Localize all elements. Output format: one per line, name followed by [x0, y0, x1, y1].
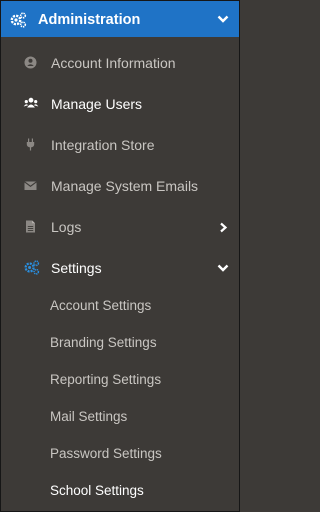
submenu-item-account-settings[interactable]: Account Settings [1, 289, 239, 323]
submenu-item-mail-settings[interactable]: Mail Settings [1, 400, 239, 434]
menu-item-label: Settings [51, 260, 102, 276]
submenu-item-label: Password Settings [50, 446, 162, 461]
chevron-right-icon[interactable] [219, 222, 228, 233]
menu-item-logs[interactable]: Logs [1, 208, 239, 246]
menu-item-settings[interactable]: Settings [1, 249, 239, 287]
section-header-administration[interactable]: Administration [1, 1, 239, 37]
menu-item-label: Account Information [51, 55, 176, 71]
admin-sidebar: Administration Account Information Manag… [0, 0, 240, 512]
menu-item-manage-users[interactable]: Manage Users [1, 85, 239, 123]
menu-item-label: Manage Users [51, 96, 143, 112]
envelope-icon [24, 181, 37, 190]
users-icon [23, 97, 39, 108]
submenu-item-reporting-settings[interactable]: Reporting Settings [1, 363, 239, 397]
file-icon [26, 220, 35, 233]
menu-item-label: Logs [51, 219, 82, 235]
section-header-title: Administration [38, 12, 141, 28]
menu-item-integration-store[interactable]: Integration Store [1, 126, 239, 164]
submenu-item-label: Mail Settings [50, 409, 128, 424]
submenu-item-label: Account Settings [50, 298, 152, 313]
menu-item-account-information[interactable]: Account Information [1, 44, 239, 82]
submenu-item-label: Reporting Settings [50, 372, 162, 387]
chevron-down-icon[interactable] [217, 263, 229, 273]
menu-item-manage-system-emails[interactable]: Manage System Emails [1, 167, 239, 205]
menu-item-label: Manage System Emails [51, 178, 199, 194]
user-circle-icon [24, 56, 37, 69]
submenu-item-branding-settings[interactable]: Branding Settings [1, 326, 239, 360]
submenu-item-school-settings[interactable]: School Settings [1, 474, 239, 508]
submenu-item-password-settings[interactable]: Password Settings [1, 437, 239, 471]
cogs-icon [24, 260, 40, 275]
submenu-item-label: School Settings [50, 483, 144, 498]
chevron-down-icon[interactable] [217, 14, 229, 24]
cogs-icon [10, 12, 27, 28]
plug-icon [26, 138, 35, 151]
submenu-item-label: Branding Settings [50, 335, 157, 350]
menu-item-label: Integration Store [51, 137, 155, 153]
